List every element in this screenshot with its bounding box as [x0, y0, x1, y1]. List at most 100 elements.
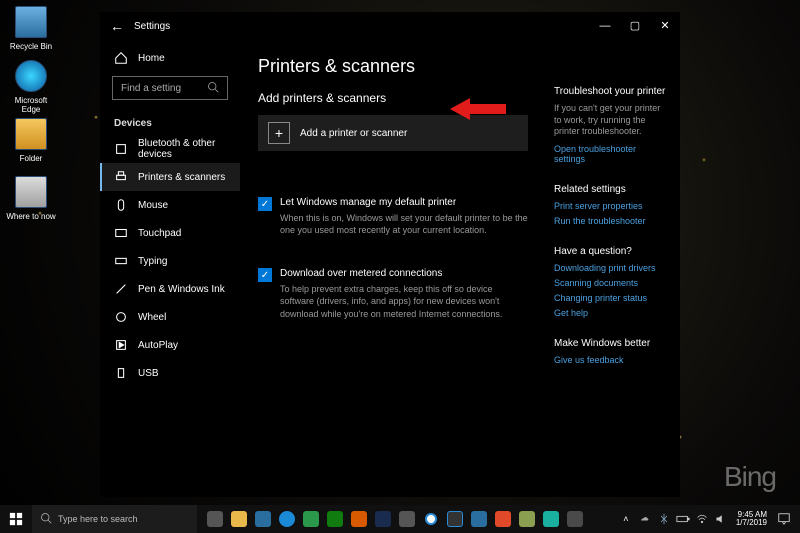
sidebar-item-label: Typing	[138, 256, 167, 267]
checkbox-default-printer[interactable]: ✓	[258, 197, 272, 211]
titlebar: ← Settings — ▢ ✕	[100, 12, 680, 40]
printer-icon	[114, 170, 128, 184]
checkbox-row-metered: ✓ Download over metered connections To h…	[258, 268, 528, 319]
sidebar-item-pen[interactable]: Pen & Windows Ink	[100, 275, 240, 303]
rp-link-get-help[interactable]: Get help	[554, 308, 666, 318]
search-icon	[40, 512, 52, 526]
taskbar-search-input[interactable]: Type here to search	[32, 505, 197, 533]
close-button[interactable]: ✕	[650, 12, 680, 40]
sidebar-item-mouse[interactable]: Mouse	[100, 191, 240, 219]
taskbar-app-misc5[interactable]	[563, 505, 587, 533]
rp-link-run-troubleshooter[interactable]: Run the troubleshooter	[554, 216, 666, 226]
tray-wifi-icon[interactable]	[694, 511, 710, 527]
sidebar-item-typing[interactable]: Typing	[100, 247, 240, 275]
taskbar-app-misc1[interactable]	[467, 505, 491, 533]
taskbar-search-placeholder: Type here to search	[58, 514, 138, 524]
rp-link-print-server[interactable]: Print server properties	[554, 201, 666, 211]
maximize-button[interactable]: ▢	[620, 12, 650, 40]
add-printer-label: Add a printer or scanner	[300, 128, 407, 139]
wheel-icon	[114, 310, 128, 324]
sidebar-home-label: Home	[138, 53, 165, 64]
taskbar-app-misc3[interactable]	[515, 505, 539, 533]
sidebar-item-autoplay[interactable]: AutoPlay	[100, 331, 240, 359]
rp-link-printer-status[interactable]: Changing printer status	[554, 293, 666, 303]
desktop-icon-label: Where to now	[6, 212, 55, 221]
autoplay-icon	[114, 338, 128, 352]
sidebar-item-label: AutoPlay	[138, 340, 178, 351]
rp-link-troubleshooter-settings[interactable]: Open troubleshooter settings	[554, 144, 666, 164]
sidebar-item-label: Touchpad	[138, 228, 181, 239]
settings-window: ← Settings — ▢ ✕ Home Find a setting Dev…	[100, 12, 680, 497]
taskbar-app-misc4[interactable]	[539, 505, 563, 533]
taskbar-app-darkblue[interactable]	[371, 505, 395, 533]
touchpad-icon	[114, 226, 128, 240]
sidebar-item-wheel[interactable]: Wheel	[100, 303, 240, 331]
window-title: Settings	[134, 21, 170, 32]
sidebar-item-touchpad[interactable]: Touchpad	[100, 219, 240, 247]
action-center-button[interactable]	[774, 509, 794, 529]
sidebar-item-usb[interactable]: USB	[100, 359, 240, 387]
desktop-icon-recycle-bin[interactable]: Recycle Bin	[6, 6, 56, 51]
taskbar-app-grey[interactable]	[395, 505, 419, 533]
tray-onedrive-icon[interactable]	[637, 511, 653, 527]
main-content: Printers & scanners Add printers & scann…	[240, 40, 546, 497]
taskbar-app-orange[interactable]	[347, 505, 371, 533]
rp-link-scanning[interactable]: Scanning documents	[554, 278, 666, 288]
desktop-icon-edge[interactable]: Microsoft Edge	[6, 60, 56, 114]
bing-watermark: Bing	[724, 461, 776, 493]
rp-link-download-drivers[interactable]: Downloading print drivers	[554, 263, 666, 273]
taskbar-pinned-apps	[203, 505, 587, 533]
tray-battery-icon[interactable]	[675, 511, 691, 527]
sidebar-item-printers[interactable]: Printers & scanners	[100, 163, 240, 191]
rp-heading-related: Related settings	[554, 184, 666, 195]
desktop-icon-label: Folder	[20, 154, 43, 163]
taskbar-date: 1/7/2019	[736, 519, 767, 527]
sidebar-item-bluetooth[interactable]: Bluetooth & other devices	[100, 135, 240, 163]
taskbar-app-green[interactable]	[299, 505, 323, 533]
back-button[interactable]: ←	[100, 12, 134, 40]
desktop-icon-folder[interactable]: Folder	[6, 118, 56, 163]
checkbox-metered[interactable]: ✓	[258, 268, 272, 282]
taskbar-app-explorer[interactable]	[227, 505, 251, 533]
checkbox-description: To help prevent extra charges, keep this…	[280, 283, 528, 319]
tray-chevron-up-icon[interactable]: ˄	[618, 511, 634, 527]
sidebar-item-label: Pen & Windows Ink	[138, 284, 225, 295]
taskbar-app-misc2[interactable]	[491, 505, 515, 533]
taskbar-app-cortana[interactable]	[419, 505, 443, 533]
taskbar-app-xbox[interactable]	[323, 505, 347, 533]
taskbar-clock[interactable]: 9:45 AM 1/7/2019	[736, 511, 767, 527]
taskbar-app-store[interactable]	[251, 505, 275, 533]
taskbar-app-edge[interactable]	[275, 505, 299, 533]
desktop-icon-where[interactable]: Where to now	[6, 176, 56, 221]
usb-icon	[114, 366, 128, 380]
document-icon	[15, 176, 47, 208]
sidebar-item-label: Bluetooth & other devices	[138, 138, 226, 160]
rp-heading-troubleshoot: Troubleshoot your printer	[554, 86, 666, 97]
folder-icon	[15, 118, 47, 150]
pen-icon	[114, 282, 128, 296]
desktop-icon-label: Recycle Bin	[10, 42, 52, 51]
add-printer-button[interactable]: + Add a printer or scanner	[258, 115, 528, 151]
page-heading: Printers & scanners	[258, 56, 528, 77]
sidebar-search-placeholder: Find a setting	[121, 83, 181, 94]
edge-icon	[15, 60, 47, 92]
home-icon	[114, 51, 128, 65]
sidebar-home[interactable]: Home	[100, 44, 240, 72]
checkbox-description: When this is on, Windows will set your d…	[280, 212, 528, 236]
checkbox-label: Download over metered connections	[280, 268, 528, 279]
taskbar-task-view[interactable]	[203, 505, 227, 533]
rp-link-feedback[interactable]: Give us feedback	[554, 355, 666, 365]
checkbox-row-default-printer: ✓ Let Windows manage my default printer …	[258, 197, 528, 236]
sidebar-item-label: USB	[138, 368, 159, 379]
taskbar: Type here to search ˄ 9:45 AM 1/7/2019	[0, 505, 800, 533]
checkbox-label: Let Windows manage my default printer	[280, 197, 528, 208]
taskbar-app-settings[interactable]	[443, 505, 467, 533]
tray-volume-icon[interactable]	[713, 511, 729, 527]
rp-text-troubleshoot: If you can't get your printer to work, t…	[554, 103, 666, 138]
sidebar-item-label: Printers & scanners	[138, 172, 225, 183]
sidebar-search-input[interactable]: Find a setting	[112, 76, 228, 100]
start-button[interactable]	[0, 512, 32, 526]
minimize-button[interactable]: —	[590, 12, 620, 40]
mouse-icon	[114, 198, 128, 212]
tray-bluetooth-icon[interactable]	[656, 511, 672, 527]
